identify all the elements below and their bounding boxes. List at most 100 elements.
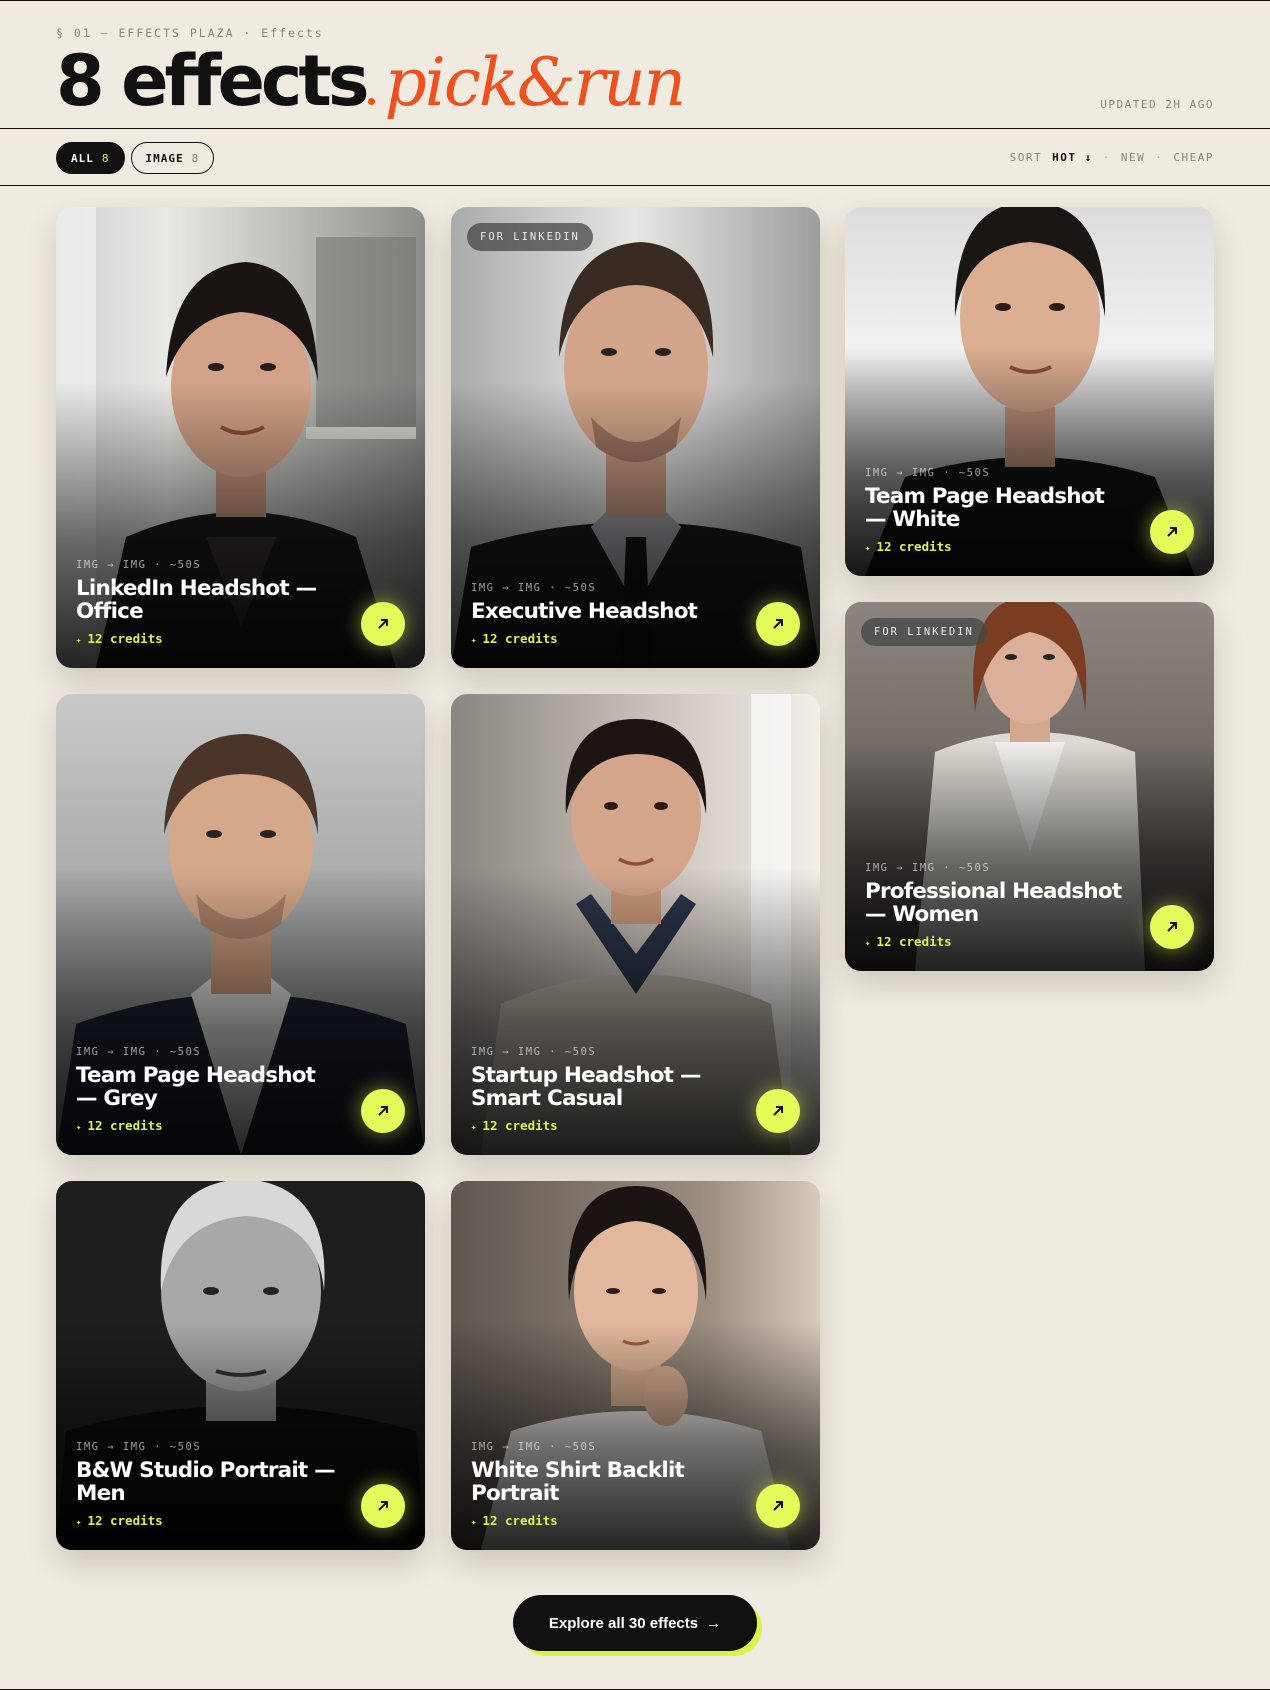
credits-text: 12 credits [482, 631, 558, 646]
card-title: B&W Studio Portrait — Men [76, 1457, 336, 1506]
card-meta: IMG → IMG · ~50S [471, 1440, 597, 1453]
card-credits: ✦ 12 credits [471, 631, 730, 646]
card-meta: IMG → IMG · ~50S [471, 1045, 597, 1058]
card-info: IMG → IMG · ~50S B&W Studio Portrait — M… [76, 1440, 336, 1528]
open-effect-button[interactable] [756, 1484, 800, 1528]
open-effect-button[interactable] [361, 602, 405, 646]
effect-card[interactable]: IMG → IMG · ~50S LinkedIn Headshot — Off… [56, 207, 425, 668]
open-effect-button[interactable] [361, 1484, 405, 1528]
spark-icon: ✦ [865, 544, 871, 554]
arrow-up-right-icon [773, 619, 783, 629]
card-info: IMG → IMG · ~50S White Shirt Backlit Por… [471, 1441, 730, 1528]
spark-icon: ✦ [865, 939, 871, 949]
sort-control: SORT HOT ↓ · NEW · CHEAP [1010, 151, 1214, 164]
credits-text: 12 credits [87, 1118, 163, 1133]
spark-icon: ✦ [76, 1518, 82, 1528]
sort-separator: · [1155, 151, 1164, 164]
card-title: Executive Headshot [471, 598, 698, 624]
effect-card[interactable]: IMG → IMG · ~50S White Shirt Backlit Por… [451, 1181, 820, 1550]
card-title: Team Page Headshot — Grey [76, 1062, 316, 1111]
filter-chip-image[interactable]: IMAGE 8 [130, 142, 215, 174]
open-effect-button[interactable] [756, 1089, 800, 1133]
card-credits: ✦ 12 credits [76, 1513, 335, 1528]
filter-chip-all[interactable]: ALL 8 [56, 142, 125, 174]
spark-icon: ✦ [471, 1518, 477, 1528]
spark-icon: ✦ [76, 1123, 82, 1133]
title-dot [367, 98, 375, 105]
sort-option-new[interactable]: NEW [1121, 151, 1145, 164]
card-title: White Shirt Backlit Portrait [471, 1457, 685, 1506]
page-title: 8 effects pick&run [56, 44, 687, 123]
card-info: IMG → IMG · ~50S Team Page Headshot — Wh… [865, 467, 1124, 554]
card-meta: IMG → IMG · ~50S [76, 1440, 202, 1453]
sort-label: SORT [1009, 151, 1043, 164]
filter-chip-label: IMAGE [145, 151, 184, 165]
card-info: IMG → IMG · ~50S Executive Headshot ✦ 12 … [471, 582, 730, 646]
open-effect-button[interactable] [1150, 905, 1194, 949]
card-meta: IMG → IMG · ~50S [865, 466, 991, 479]
arrow-up-right-icon [773, 1501, 783, 1511]
card-badge: FOR LINKEDIN [467, 223, 593, 251]
open-effect-button[interactable] [1150, 510, 1194, 554]
credits-text: 12 credits [87, 631, 163, 646]
open-effect-button[interactable] [756, 602, 800, 646]
arrow-right-icon: → [706, 1614, 722, 1632]
card-badge: FOR LINKEDIN [861, 618, 987, 646]
effect-card[interactable]: FOR LINKEDIN IMG → IMG · ~50S Profession… [845, 602, 1214, 971]
open-effect-button[interactable] [361, 1089, 405, 1133]
breadcrumb: § 01 — EFFECTS PLAZA · Effects [56, 26, 1214, 40]
card-title: LinkedIn Headshot — Office [76, 575, 317, 624]
spark-icon: ✦ [471, 1123, 477, 1133]
effect-card[interactable]: IMG → IMG · ~50S Team Page Headshot — Gr… [56, 694, 425, 1155]
card-meta: IMG → IMG · ~50S [865, 861, 991, 874]
card-credits: ✦ 12 credits [471, 1118, 730, 1133]
effect-card[interactable]: IMG → IMG · ~50S Startup Headshot — Smar… [451, 694, 820, 1155]
card-meta: IMG → IMG · ~50S [471, 581, 597, 594]
page-header: § 01 — EFFECTS PLAZA · Effects 8 effects… [56, 26, 1214, 128]
effect-card[interactable]: FOR LINKEDIN IMG → IMG · ~50S Executive … [451, 207, 820, 668]
card-info: IMG → IMG · ~50S Team Page Headshot — Gr… [76, 1046, 335, 1133]
card-meta: IMG → IMG · ~50S [76, 558, 202, 571]
title-accent: pick&run [384, 44, 687, 121]
credits-text: 12 credits [876, 539, 952, 554]
credits-text: 12 credits [87, 1513, 163, 1528]
filter-divider [0, 185, 1270, 186]
card-credits: ✦ 12 credits [76, 631, 335, 646]
card-credits: ✦ 12 credits [865, 539, 1124, 554]
effect-card[interactable]: IMG → IMG · ~50S Team Page Headshot — Wh… [845, 207, 1214, 576]
card-meta: IMG → IMG · ~50S [76, 1045, 202, 1058]
effect-card[interactable]: IMG → IMG · ~50S B&W Studio Portrait — M… [56, 1181, 425, 1550]
credits-text: 12 credits [482, 1118, 558, 1133]
card-info: IMG → IMG · ~50S Professional Headshot —… [865, 862, 1124, 949]
arrow-up-right-icon [1167, 527, 1177, 537]
explore-all-label: Explore all 30 effects [548, 1614, 699, 1632]
card-title: Team Page Headshot — White [865, 483, 1105, 532]
section-number: § 01 [56, 26, 92, 40]
credits-text: 12 credits [482, 1513, 558, 1528]
card-credits: ✦ 12 credits [76, 1118, 335, 1133]
card-credits: ✦ 12 credits [865, 934, 1124, 949]
updated-label: UPDATED 2H AGO [1100, 98, 1214, 111]
arrow-up-right-icon [378, 619, 388, 629]
explore-all-button[interactable]: Explore all 30 effects → [513, 1595, 757, 1651]
arrow-up-right-icon [378, 1501, 388, 1511]
breadcrumb-text: — EFFECTS PLAZA · Effects [100, 26, 324, 40]
card-credits: ✦ 12 credits [471, 1513, 730, 1528]
sort-option-cheap[interactable]: CHEAP [1173, 151, 1214, 164]
spark-icon: ✦ [76, 636, 82, 646]
arrow-up-right-icon [378, 1106, 388, 1116]
card-info: IMG → IMG · ~50S Startup Headshot — Smar… [471, 1046, 730, 1133]
sort-separator: · [1102, 151, 1111, 164]
filter-chips: ALL 8 IMAGE 8 [56, 142, 215, 174]
arrow-up-right-icon [1167, 922, 1177, 932]
filter-chip-label: ALL [71, 151, 94, 165]
filter-chip-count: 8 [101, 151, 110, 165]
filter-chip-count: 8 [191, 151, 200, 165]
card-title: Professional Headshot — Women [865, 878, 1122, 927]
sort-option-hot[interactable]: HOT ↓ [1052, 151, 1093, 164]
arrow-up-right-icon [773, 1106, 783, 1116]
spark-icon: ✦ [471, 636, 477, 646]
header-divider [0, 128, 1270, 129]
card-info: IMG → IMG · ~50S LinkedIn Headshot — Off… [76, 559, 335, 646]
credits-text: 12 credits [876, 934, 952, 949]
